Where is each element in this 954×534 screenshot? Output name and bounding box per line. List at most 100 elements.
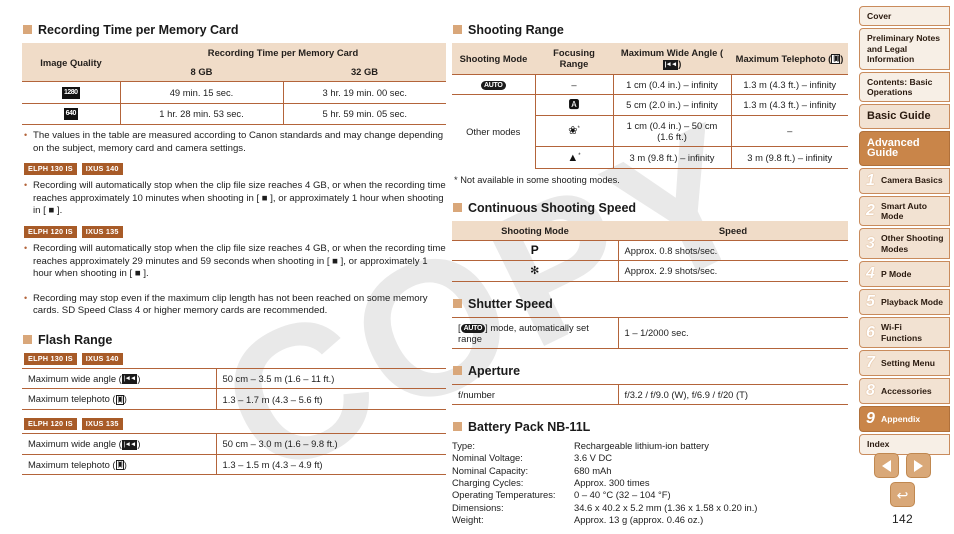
model-badges-flash-a: ELPH 130 IS IXUS 140 [24,352,446,365]
battery-spec-list: Type: Rechargeable lithium-ion battery No… [452,440,848,527]
tele-zoom-icon: [▮] [115,460,124,471]
back-arrow-icon: ↩ [896,486,909,503]
chapter-number: 6 [866,323,875,341]
cell-speed: Approx. 0.8 shots/sec. [617,239,848,261]
table-row: Other modes 🅰 5 cm (2.0 in.) – infinity … [452,93,848,169]
section-heading-shutter-speed: Shutter Speed [452,297,848,311]
cell-tele: 3 m (9.8 ft.) – infinity [730,145,848,169]
sidebar-item-accessories[interactable]: 8 Accessories [859,378,950,405]
header-shooting-mode: Shooting Mode [452,220,618,241]
sidebar-item-contents[interactable]: Contents: Basic Operations [859,71,950,103]
prev-page-button[interactable] [874,453,899,478]
table-row: Maximum wide angle (|◄◄) 50 cm – 3.5 m (… [22,367,446,389]
sidebar-item-wifi-functions[interactable]: 6 Wi-Fi Functions [859,317,950,349]
header-8gb: 8 GB [120,62,283,82]
sidebar-item-label: Appendix [881,413,921,424]
header-text: Maximum Telephoto ( [735,52,832,64]
sidebar-item-camera-basics[interactable]: 1 Camera Basics [859,167,950,194]
sidebar-item-preliminary-notes[interactable]: Preliminary Notes and Legal Information [859,28,950,70]
sidebar-item-appendix[interactable]: 9 Appendix [859,406,950,433]
cell-tele: 1.3 m (4.3 ft.) – infinity [730,73,848,95]
spec-key: Weight: [452,514,484,526]
section-bullet-square-icon [453,25,462,34]
table-row: Maximum telephoto ([▮]) 1.3 – 1.5 m (4.3… [22,453,446,476]
sidebar-item-p-mode[interactable]: 4 P Mode [859,261,950,288]
badge-ixus-140: IXUS 140 [81,352,123,365]
spec-value: 34.6 x 40.2 x 5.2 mm (1.36 x 1.58 x 0.20… [574,501,758,513]
footnote-marker: * [577,125,580,132]
spec-value: 680 mAh [574,464,612,476]
spec-value: Approx. 300 times [574,476,650,488]
next-page-button[interactable] [906,453,931,478]
sidebar-item-playback-mode[interactable]: 5 Playback Mode [859,289,950,316]
resolution-640-icon: 640 [63,108,78,121]
table-row: Maximum wide angle (|◄◄) 50 cm – 3.0 m (… [22,433,446,455]
cell-wide: 1 cm (0.4 in.) – 50 cm (1.6 ft.) [612,114,731,147]
header-32gb: 32 GB [283,62,446,82]
shooting-range-table: Shooting Mode Focusing Range Maximum Wid… [452,43,848,169]
cell-value: 50 cm – 3.0 m (1.6 – 9.8 ft.) [215,433,446,455]
sidebar-item-setting-menu[interactable]: 7 Setting Menu [859,350,950,377]
sidebar-item-smart-auto-mode[interactable]: 2 Smart Auto Mode [859,195,950,227]
section-continuous-shooting: Continuous Shooting Speed Shooting Mode … [452,201,848,282]
table-row: AUTO – 1 cm (0.4 in.) – infinity 1.3 m (… [452,73,848,95]
label-text: Maximum telephoto ( [28,393,116,405]
recording-time-table: Image Quality Recording Time per Memory … [22,43,446,126]
resolution-1280-icon: 1280 [61,86,80,99]
sidebar-item-advanced-guide[interactable]: Advanced Guide [859,130,950,166]
table-header-row: Shooting Mode Speed [452,220,848,241]
label-text: Maximum wide angle ( [28,438,122,449]
cell-mode-auto: AUTO [452,73,535,95]
cell-label: Maximum telephoto ([▮]) [22,388,216,410]
sidebar-item-other-shooting-modes[interactable]: 3 Other Shooting Modes [859,228,950,260]
badge-elph-130-is: ELPH 130 IS [24,352,77,365]
sidebar-item-cover[interactable]: Cover [859,6,950,27]
cell-wide: 1 cm (0.4 in.) – infinity [612,73,731,95]
arrow-button-row [855,453,950,478]
section-battery-pack: Battery Pack NB-11L Type: Rechargeable li… [452,420,848,527]
footnote-marker: * [578,152,581,159]
sidebar-item-label: Setting Menu [881,357,935,368]
sidebar-item-label: Other Shooting Modes [881,233,944,254]
sidebar-item-label: Smart Auto Mode [881,200,927,222]
shutter-speed-table: [AUTO] mode, automatically set range 1 –… [452,316,848,349]
sidebar-item-index[interactable]: Index [859,434,950,455]
cell-value: 1.3 – 1.7 m (4.3 – 5.6 ft) [215,388,446,410]
section-heading-flash-range: Flash Range [22,333,446,347]
sidebar-item-label: Wi-Fi Functions [881,322,923,343]
wide-zoom-icon: |◄◄ [121,439,138,450]
header-max-telephoto: Maximum Telephoto ([▮]) [731,43,848,75]
note-bullet: Recording will automatically stop when t… [24,242,446,281]
sidebar-item-label: Contents: Basic Operations [867,76,933,98]
table-header-row: Shooting Mode Focusing Range Maximum Wid… [452,43,848,75]
cell-mode-low-light: ✻ [452,259,618,282]
section-shutter-speed: Shutter Speed [AUTO] mode, automatically… [452,297,848,349]
spec-key: Nominal Capacity: [452,464,529,476]
cell-mode-other: Other modes [452,93,535,169]
sidebar-item-label: Basic Guide [867,110,931,123]
spec-row: Type: Rechargeable lithium-ion battery [452,440,848,452]
header-text-end: ) [678,58,682,69]
cell-label: f/number [452,383,618,405]
header-shooting-mode: Shooting Mode [452,43,535,75]
cell-image-quality-icon: 640 [22,102,120,126]
sidebar-item-label: Camera Basics [881,175,943,186]
chapter-number: 8 [866,382,875,400]
section-heading-battery-pack: Battery Pack NB-11L [452,420,848,434]
badge-ixus-135: IXUS 135 [81,418,123,430]
aperture-table: f/number f/3.2 / f/9.0 (W), f/6.9 / f/20… [452,383,848,405]
note-bullet: The values in the table are measured acc… [24,129,446,155]
label-text-end: ) [123,393,127,405]
note-bullet: Recording may stop even if the maximum c… [24,292,446,318]
label-text-end: ) [123,458,127,470]
flash-range-table-b: Maximum wide angle (|◄◄) 50 cm – 3.0 m (… [22,433,446,476]
back-button[interactable]: ↩ [890,482,915,507]
header-focusing-range: Focusing Range [535,43,613,75]
sidebar-item-basic-guide[interactable]: Basic Guide [859,104,950,129]
spec-row: Nominal Voltage: 3.6 V DC [452,452,848,464]
spec-value: 3.6 V DC [574,452,613,464]
chapter-number: 1 [866,171,875,189]
sidebar-item-label: Cover [867,11,892,21]
cell-value: 1 – 1/2000 sec. [617,316,848,349]
cell-focus: – [534,73,613,95]
